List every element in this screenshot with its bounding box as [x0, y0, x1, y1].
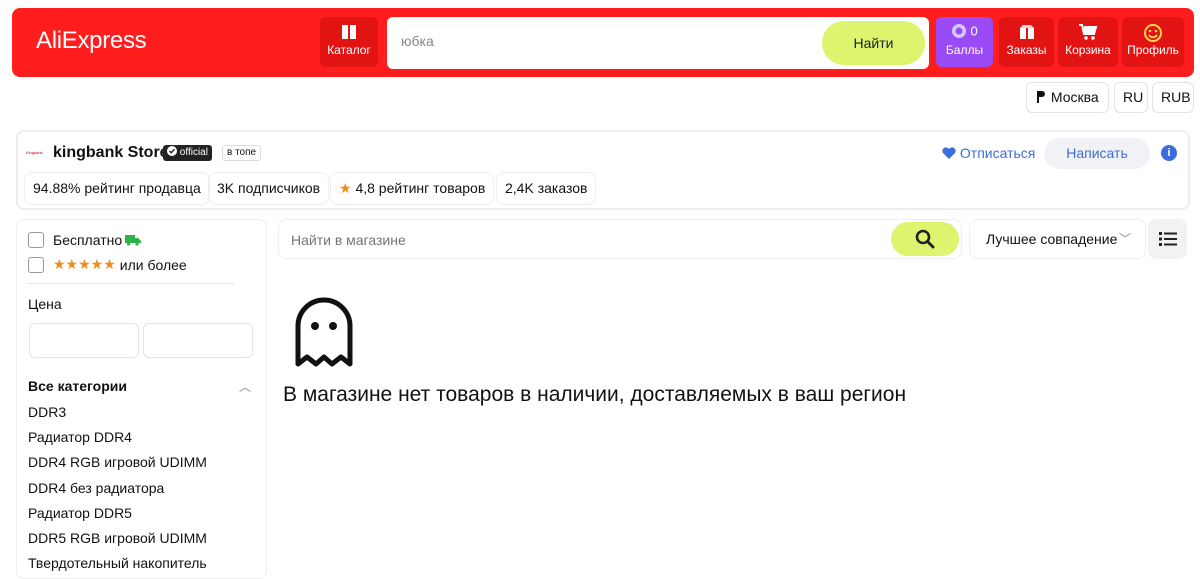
chevron-down-icon: ﹀	[1118, 232, 1131, 246]
category-item[interactable]: DDR5 RGB игровой UDIMM	[28, 530, 207, 546]
rating-stars-icon: ★★★★★	[53, 256, 116, 272]
write-message-button[interactable]: Написать	[1044, 138, 1150, 169]
location-pin-icon	[1037, 91, 1045, 103]
category-item[interactable]: Радиатор DDR4	[28, 429, 132, 445]
truck-icon	[125, 235, 142, 246]
catalog-label: Каталог	[327, 43, 371, 57]
orders-stat: 2,4K заказов	[496, 172, 597, 205]
top-header: AliExpress Каталог Найти 0 Баллы Заказы …	[12, 8, 1194, 77]
filter-sidebar: Бесплатно ★★★★★ или более Цена Все катег…	[16, 219, 267, 579]
magnifier-icon	[915, 229, 935, 249]
sort-dropdown[interactable]: Лучшее совпадение ﹀	[969, 219, 1146, 259]
currency-selector[interactable]: RUB	[1152, 82, 1194, 113]
profile-label: Профиль	[1127, 43, 1179, 57]
shop-search-box	[278, 219, 962, 259]
info-icon[interactable]: i	[1161, 145, 1177, 161]
star-icon: ★	[339, 180, 352, 196]
seller-rating-stat: 94.88% рейтинг продавца	[24, 172, 210, 205]
profile-button[interactable]: Профиль	[1122, 17, 1184, 67]
free-shipping-label: Бесплатно	[53, 232, 123, 248]
cart-icon	[1058, 17, 1118, 43]
city-label: Москва	[1050, 89, 1099, 105]
points-label: Баллы	[945, 43, 984, 57]
sort-label: Лучшее совпадение	[986, 231, 1118, 247]
rating-filter[interactable]: ★★★★★ или более	[28, 256, 187, 273]
search-button[interactable]: Найти	[822, 21, 925, 65]
book-icon	[320, 17, 378, 43]
list-icon	[1159, 232, 1177, 246]
category-item[interactable]: DDR4 без радиатора	[28, 480, 164, 496]
cart-button[interactable]: Корзина	[1058, 17, 1118, 67]
ghost-icon	[294, 296, 354, 373]
price-title: Цена	[28, 296, 62, 312]
language-label: RU	[1123, 89, 1144, 105]
box-icon	[999, 17, 1054, 43]
verified-icon	[167, 146, 177, 156]
official-badge-label: official	[179, 147, 208, 158]
store-logo: Kingbank	[26, 150, 43, 155]
cart-label: Корзина	[1065, 43, 1111, 57]
chevron-up-icon[interactable]: ︿	[239, 378, 251, 395]
empty-state-message: В магазине нет товаров в наличии, достав…	[283, 383, 907, 406]
subscribers-stat: 3K подписчиков	[208, 172, 330, 205]
shop-search-button[interactable]	[891, 222, 959, 256]
free-shipping-filter[interactable]: Бесплатно	[28, 232, 142, 248]
search-box: Найти	[387, 17, 929, 69]
product-rating-stat: ★ 4,8 рейтинг товаров	[330, 172, 495, 205]
points-count: 0	[970, 23, 978, 39]
store-name[interactable]: kingbank Store	[53, 144, 169, 162]
unsubscribe-button[interactable]: Отписаться	[936, 138, 1041, 169]
unsubscribe-label: Отписаться	[959, 145, 1036, 161]
list-view-button[interactable]	[1148, 219, 1187, 259]
smiley-icon	[1122, 17, 1184, 43]
heart-icon	[942, 147, 956, 159]
price-max-input[interactable]	[143, 323, 253, 358]
official-badge: official	[163, 145, 212, 161]
product-rating-label: 4,8 рейтинг товаров	[355, 180, 486, 196]
language-selector[interactable]: RU	[1114, 82, 1148, 113]
shop-search-input[interactable]	[291, 232, 791, 248]
orders-button[interactable]: Заказы	[999, 17, 1054, 67]
category-item[interactable]: Твердотельный накопитель	[28, 555, 207, 571]
category-item[interactable]: DDR3	[28, 404, 66, 420]
rating-checkbox[interactable]	[28, 256, 44, 273]
currency-label: RUB	[1161, 89, 1191, 105]
rating-label: или более	[119, 256, 187, 273]
top-badge: в топе	[222, 145, 262, 161]
points-indicator: 0	[936, 17, 993, 43]
category-item[interactable]: Радиатор DDR5	[28, 505, 132, 521]
catalog-button[interactable]: Каталог	[320, 17, 378, 67]
coin-icon	[952, 24, 967, 38]
points-button[interactable]: 0 Баллы	[936, 17, 993, 67]
category-item[interactable]: DDR4 RGB игровой UDIMM	[28, 454, 207, 470]
orders-label: Заказы	[1006, 43, 1047, 57]
price-min-input[interactable]	[29, 323, 139, 358]
search-input[interactable]	[401, 33, 801, 49]
store-card: Kingbank kingbank Store official в топе …	[16, 130, 1190, 210]
free-shipping-checkbox[interactable]	[28, 232, 44, 248]
aliexpress-logo[interactable]: AliExpress	[36, 27, 147, 55]
categories-title[interactable]: Все категории	[28, 378, 127, 394]
city-selector[interactable]: Москва	[1026, 82, 1109, 113]
divider	[28, 283, 235, 284]
